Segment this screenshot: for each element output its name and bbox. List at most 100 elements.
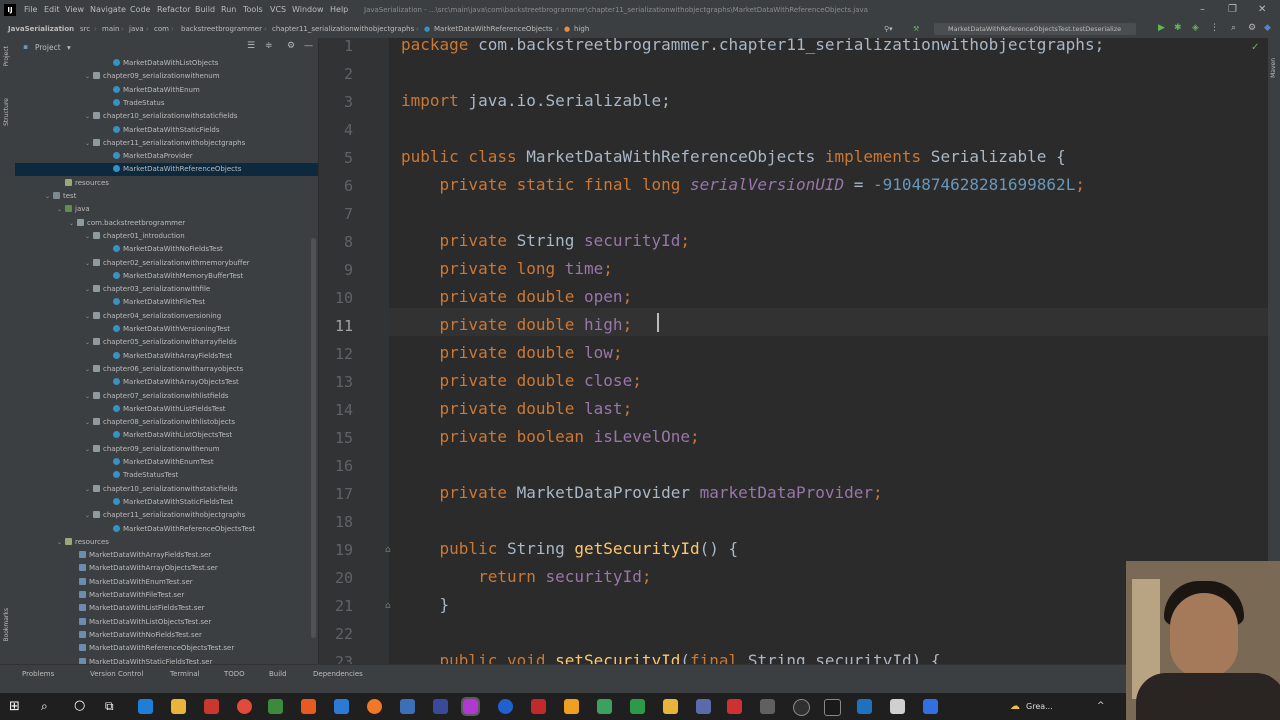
tree-item[interactable]: ⌄ chapter10_serializationwithstaticfields xyxy=(15,110,318,123)
menu-navigate[interactable]: Navigate xyxy=(90,5,126,14)
chevron-down-icon[interactable]: ⌄ xyxy=(85,137,93,150)
app3-icon[interactable] xyxy=(433,699,448,714)
breadcrumb-project[interactable]: JavaSerialization xyxy=(8,25,74,33)
app6-icon[interactable] xyxy=(597,699,612,714)
minimize-icon[interactable]: – xyxy=(1200,4,1205,15)
debug-icon[interactable]: ✱ xyxy=(1174,23,1182,33)
tree-item[interactable]: MarketDataWithListFieldsTest.ser xyxy=(15,602,318,615)
tree-item[interactable]: MarketDataWithFileTest xyxy=(15,296,318,309)
chevron-down-icon[interactable]: ⌄ xyxy=(85,70,93,83)
menu-run[interactable]: Run xyxy=(221,5,236,14)
tree-item[interactable]: ⌄ chapter06_serializationwitharrayobjects xyxy=(15,363,318,376)
breadcrumb-class[interactable]: MarketDataWithReferenceObjects xyxy=(434,25,552,33)
tab-dependencies[interactable]: Dependencies xyxy=(313,670,363,678)
browser-icon[interactable] xyxy=(367,699,382,714)
coverage-icon[interactable]: ◈ xyxy=(1192,23,1199,33)
breadcrumb-com[interactable]: com xyxy=(154,25,169,33)
tree-item[interactable]: ⌄ chapter10_serializationwithstaticfields xyxy=(15,483,318,496)
menu-view[interactable]: View xyxy=(65,5,84,14)
windows-start-icon[interactable]: ⊞ xyxy=(9,699,20,714)
search-icon[interactable]: ⌕ xyxy=(1231,23,1236,33)
bookmarks-tool-tab[interactable]: Bookmarks xyxy=(3,608,10,642)
tree-item[interactable]: resources xyxy=(15,177,318,190)
chevron-down-icon[interactable]: ⌄ xyxy=(85,283,93,296)
fold-end-icon[interactable]: ⌂ xyxy=(385,601,391,611)
menu-build[interactable]: Build xyxy=(195,5,215,14)
maven-tool-tab[interactable]: Maven xyxy=(1270,58,1277,78)
tree-item[interactable]: TradeStatus xyxy=(15,97,318,110)
search-icon[interactable]: ⌕ xyxy=(41,699,48,714)
tree-item[interactable]: MarketDataWithNoFieldsTest.ser xyxy=(15,629,318,642)
fold-icon[interactable]: ⌂ xyxy=(385,545,391,555)
expand-all-icon[interactable]: ☰ xyxy=(247,41,255,51)
user-icon[interactable]: ⚲▾ xyxy=(884,25,893,33)
tree-item[interactable]: MarketDataWithVersioningTest xyxy=(15,323,318,336)
app13-icon[interactable] xyxy=(857,699,872,714)
collapse-all-icon[interactable]: ≑ xyxy=(265,41,273,51)
edge-icon[interactable] xyxy=(138,699,153,714)
chevron-down-icon[interactable]: ⌄ xyxy=(57,203,65,216)
app15-icon[interactable] xyxy=(923,699,938,714)
zoom-icon[interactable] xyxy=(498,699,513,714)
tree-item[interactable]: MarketDataWithReferenceObjects xyxy=(15,163,318,177)
run-configuration-select[interactable]: MarketDataWithReferenceObjectsTest.testD… xyxy=(934,23,1136,35)
tree-item[interactable]: ⌄ chapter01_introduction xyxy=(15,230,318,243)
breadcrumb-java[interactable]: java xyxy=(129,25,144,33)
app11-icon[interactable] xyxy=(760,699,775,714)
tree-item[interactable]: MarketDataWithArrayFieldsTest.ser xyxy=(15,549,318,562)
tree-item[interactable]: ⌄ chapter09_serializationwithenum xyxy=(15,70,318,83)
tree-item[interactable]: MarketDataWithListFieldsTest xyxy=(15,403,318,416)
chevron-down-icon[interactable]: ⌄ xyxy=(57,536,65,549)
sublime-icon[interactable] xyxy=(301,699,316,714)
structure-tool-tab[interactable]: Structure xyxy=(3,98,10,126)
cortana-icon[interactable]: ○ xyxy=(74,698,85,713)
tree-item[interactable]: ⌄ test xyxy=(15,190,318,203)
breadcrumb-chapter[interactable]: chapter11_serializationwithobjectgraphs xyxy=(272,25,414,33)
app14-icon[interactable] xyxy=(890,699,905,714)
app9-icon[interactable] xyxy=(696,699,711,714)
app8-icon[interactable] xyxy=(663,699,678,714)
tree-item[interactable]: ⌄ chapter07_serializationwithlistfields xyxy=(15,390,318,403)
menu-code[interactable]: Code xyxy=(130,5,150,14)
project-tool-tab[interactable]: Project xyxy=(3,46,10,67)
breadcrumb-field[interactable]: high xyxy=(574,25,589,33)
sheets-icon[interactable] xyxy=(268,699,283,714)
tree-item[interactable]: MarketDataWithEnumTest.ser xyxy=(15,576,318,589)
tree-item[interactable]: MarketDataWithEnumTest xyxy=(15,456,318,469)
no-problems-check-icon[interactable]: ✓ xyxy=(1251,42,1259,53)
tree-item[interactable]: MarketDataWithFileTest.ser xyxy=(15,589,318,602)
menu-file[interactable]: File xyxy=(24,5,37,14)
app7-icon[interactable] xyxy=(630,699,645,714)
app5-icon[interactable] xyxy=(564,699,579,714)
tree-item[interactable]: ⌄ chapter05_serializationwitharrayfields xyxy=(15,336,318,349)
tree-item[interactable]: MarketDataWithNoFieldsTest xyxy=(15,243,318,256)
breadcrumb-main[interactable]: main xyxy=(102,25,120,33)
tree-item[interactable]: MarketDataWithArrayFieldsTest xyxy=(15,350,318,363)
tray-chevron-icon[interactable]: ^ xyxy=(1097,701,1105,711)
weather-text[interactable]: Grea... xyxy=(1026,702,1053,711)
tree-item[interactable]: ⌄ chapter08_serializationwithlistobjects xyxy=(15,416,318,429)
tree-item[interactable]: MarketDataWithStaticFields xyxy=(15,124,318,137)
tree-item[interactable]: MarketDataWithStaticFieldsTest.ser xyxy=(15,656,318,664)
tree-item[interactable]: ⌄ chapter11_serializationwithobjectgraphs xyxy=(15,509,318,522)
tree-item[interactable]: MarketDataWithReferenceObjectsTest.ser xyxy=(15,642,318,655)
menu-vcs[interactable]: VCS xyxy=(270,5,286,14)
app12-icon[interactable] xyxy=(793,699,810,716)
app10-icon[interactable] xyxy=(727,699,742,714)
chevron-down-icon[interactable]: ⌄ xyxy=(85,110,93,123)
tab-terminal[interactable]: Terminal xyxy=(170,670,200,678)
tree-item[interactable]: ⌄ chapter04_serializationversioning xyxy=(15,310,318,323)
maps-icon[interactable] xyxy=(824,699,841,716)
app4-icon[interactable] xyxy=(531,699,546,714)
tab-version-control[interactable]: Version Control xyxy=(90,670,143,678)
gear-icon[interactable]: ⚙ xyxy=(287,41,295,51)
chevron-down-icon[interactable]: ⌄ xyxy=(85,336,93,349)
vscode-icon[interactable] xyxy=(334,699,349,714)
tree-item[interactable]: ⌄ chapter02_serializationwithmemorybuffer xyxy=(15,257,318,270)
settings-icon[interactable]: ⚙ xyxy=(1248,23,1256,33)
chevron-down-icon[interactable]: ⌄ xyxy=(85,363,93,376)
more-actions-icon[interactable]: ⋮ xyxy=(1210,23,1219,33)
tree-item[interactable]: ⌄ chapter09_serializationwithenum xyxy=(15,443,318,456)
project-scrollbar[interactable] xyxy=(311,238,316,638)
tree-item[interactable]: MarketDataProvider xyxy=(15,150,318,163)
